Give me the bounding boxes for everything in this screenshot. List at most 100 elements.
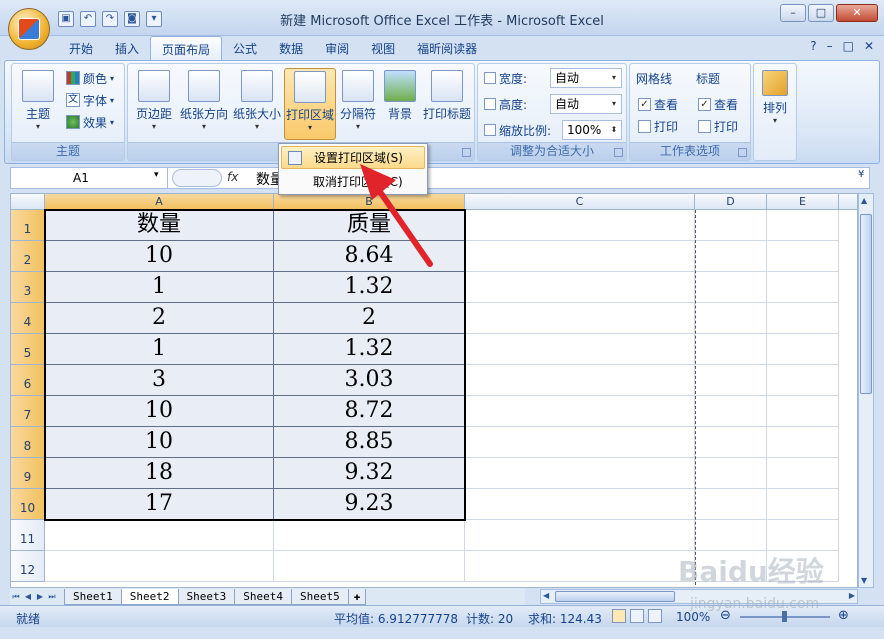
cell-d[interactable] xyxy=(695,427,767,458)
row-header[interactable]: 6 xyxy=(11,365,45,396)
cell-c[interactable] xyxy=(465,458,695,489)
tab-insert[interactable]: 插入 xyxy=(104,36,150,60)
cell-e[interactable] xyxy=(767,520,839,551)
page-size-button[interactable]: 纸张大小 ▾ xyxy=(232,68,282,140)
help-icon[interactable]: ? xyxy=(810,39,816,53)
zoom-level[interactable]: 100% xyxy=(676,610,710,624)
cell-d[interactable] xyxy=(695,520,767,551)
cell-c[interactable] xyxy=(465,365,695,396)
minimize-ribbon-icon[interactable]: – xyxy=(827,39,833,53)
cell-e[interactable] xyxy=(767,489,839,520)
name-box[interactable]: A1 xyxy=(10,167,168,189)
cell-a[interactable]: 1 xyxy=(45,334,274,365)
cell-c[interactable] xyxy=(465,489,695,520)
sheet-tab-sheet2[interactable]: Sheet2 xyxy=(120,588,179,605)
cell-b[interactable]: 9.32 xyxy=(274,458,465,489)
cell-e[interactable] xyxy=(767,272,839,303)
zoom-in-icon[interactable]: ⊕ xyxy=(838,608,849,623)
tab-data[interactable]: 数据 xyxy=(268,36,314,60)
row-header[interactable]: 9 xyxy=(11,458,45,489)
row-header[interactable]: 8 xyxy=(11,427,45,458)
cell-a[interactable]: 2 xyxy=(45,303,274,334)
formula-bar-splitter[interactable] xyxy=(172,169,222,187)
cell-d[interactable] xyxy=(695,489,767,520)
cell-d[interactable] xyxy=(695,241,767,272)
cell-c[interactable] xyxy=(465,334,695,365)
cell-e[interactable] xyxy=(767,241,839,272)
sheet-options-launcher-icon[interactable] xyxy=(738,148,747,157)
row-header[interactable]: 5 xyxy=(11,334,45,365)
tab-review[interactable]: 审阅 xyxy=(314,36,360,60)
cell-b[interactable]: 9.23 xyxy=(274,489,465,520)
cell-d[interactable] xyxy=(695,396,767,427)
cell-a[interactable] xyxy=(45,520,274,551)
colors-button[interactable]: 颜色 ▾ xyxy=(66,68,114,88)
row-header[interactable]: 12 xyxy=(11,551,45,582)
cell-d[interactable] xyxy=(695,334,767,365)
sheet-tab-sheet5[interactable]: Sheet5 xyxy=(291,588,349,605)
row-header[interactable]: 7 xyxy=(11,396,45,427)
cell-a[interactable]: 17 xyxy=(45,489,274,520)
row-header[interactable]: 3 xyxy=(11,272,45,303)
gridlines-view-checkbox[interactable]: ✓ 查看 xyxy=(638,94,678,114)
gridlines-print-checkbox[interactable]: 打印 xyxy=(638,116,678,136)
cell-a[interactable]: 18 xyxy=(45,458,274,489)
tab-home[interactable]: 开始 xyxy=(58,36,104,60)
insert-function-icon[interactable]: fx xyxy=(227,170,238,184)
tab-foxit-reader[interactable]: 福昕阅读器 xyxy=(406,36,488,60)
fonts-button[interactable]: 文 字体 ▾ xyxy=(66,90,114,110)
cell-a[interactable]: 3 xyxy=(45,365,274,396)
zoom-slider-thumb[interactable] xyxy=(782,611,787,622)
tab-view[interactable]: 视图 xyxy=(360,36,406,60)
cell-b[interactable]: 3.03 xyxy=(274,365,465,396)
cell-d[interactable] xyxy=(695,365,767,396)
scale-stepper[interactable]: 100% ⬍ xyxy=(562,120,622,140)
cell-b[interactable]: 2 xyxy=(274,303,465,334)
cell-a[interactable]: 数量 xyxy=(45,210,274,241)
print-titles-button[interactable]: 打印标题 xyxy=(420,68,474,140)
tab-page-layout[interactable]: 页面布局 xyxy=(150,36,223,60)
cell-c[interactable] xyxy=(465,427,695,458)
page-setup-launcher-icon[interactable] xyxy=(462,148,471,157)
cell-d[interactable] xyxy=(695,303,767,334)
cell-c[interactable] xyxy=(465,272,695,303)
name-box-dropdown-icon[interactable]: ▾ xyxy=(154,170,159,180)
column-header-e[interactable]: E xyxy=(767,194,839,210)
headings-print-checkbox[interactable]: 打印 xyxy=(698,116,738,136)
horizontal-scroll-thumb[interactable] xyxy=(555,591,675,602)
cell-e[interactable] xyxy=(767,210,839,241)
page-break-preview-icon[interactable] xyxy=(648,609,662,623)
close-button[interactable]: ✕ xyxy=(836,4,878,22)
office-button[interactable] xyxy=(8,8,50,50)
row-header[interactable]: 1 xyxy=(11,210,45,241)
last-sheet-icon[interactable]: ⏭ xyxy=(46,592,58,602)
page-layout-view-icon[interactable] xyxy=(630,609,644,623)
headings-view-checkbox[interactable]: ✓ 查看 xyxy=(698,94,738,114)
cell-e[interactable] xyxy=(767,427,839,458)
cell-d[interactable] xyxy=(695,458,767,489)
orientation-button[interactable]: 纸张方向 ▾ xyxy=(178,68,230,140)
cell-b[interactable]: 1.32 xyxy=(274,334,465,365)
cell-a[interactable]: 10 xyxy=(45,427,274,458)
normal-view-icon[interactable] xyxy=(612,609,626,623)
background-button[interactable]: 背景 xyxy=(380,68,420,140)
restore-icon[interactable]: □ xyxy=(843,39,854,53)
next-sheet-icon[interactable]: ▶ xyxy=(34,592,46,601)
tab-formulas[interactable]: 公式 xyxy=(222,36,268,60)
sheet-tab-sheet3[interactable]: Sheet3 xyxy=(177,588,236,605)
width-select[interactable]: 自动 ▾ xyxy=(550,68,622,88)
column-header-c[interactable]: C xyxy=(465,194,695,210)
cell-b[interactable]: 1.32 xyxy=(274,272,465,303)
row-header[interactable]: 4 xyxy=(11,303,45,334)
cell-c[interactable] xyxy=(465,551,695,582)
expand-formula-bar-icon[interactable]: ¥ xyxy=(858,169,864,180)
cell-e[interactable] xyxy=(767,365,839,396)
margins-button[interactable]: 页边距 ▾ xyxy=(130,68,178,140)
breaks-button[interactable]: 分隔符 ▾ xyxy=(336,68,380,140)
row-header[interactable]: 10 xyxy=(11,489,45,520)
prev-sheet-icon[interactable]: ◀ xyxy=(22,592,34,601)
cell-a[interactable]: 1 xyxy=(45,272,274,303)
sheet-tab-sheet4[interactable]: Sheet4 xyxy=(234,588,292,605)
cell-a[interactable]: 10 xyxy=(45,241,274,272)
arrange-button[interactable]: 排列 ▾ xyxy=(754,68,796,140)
